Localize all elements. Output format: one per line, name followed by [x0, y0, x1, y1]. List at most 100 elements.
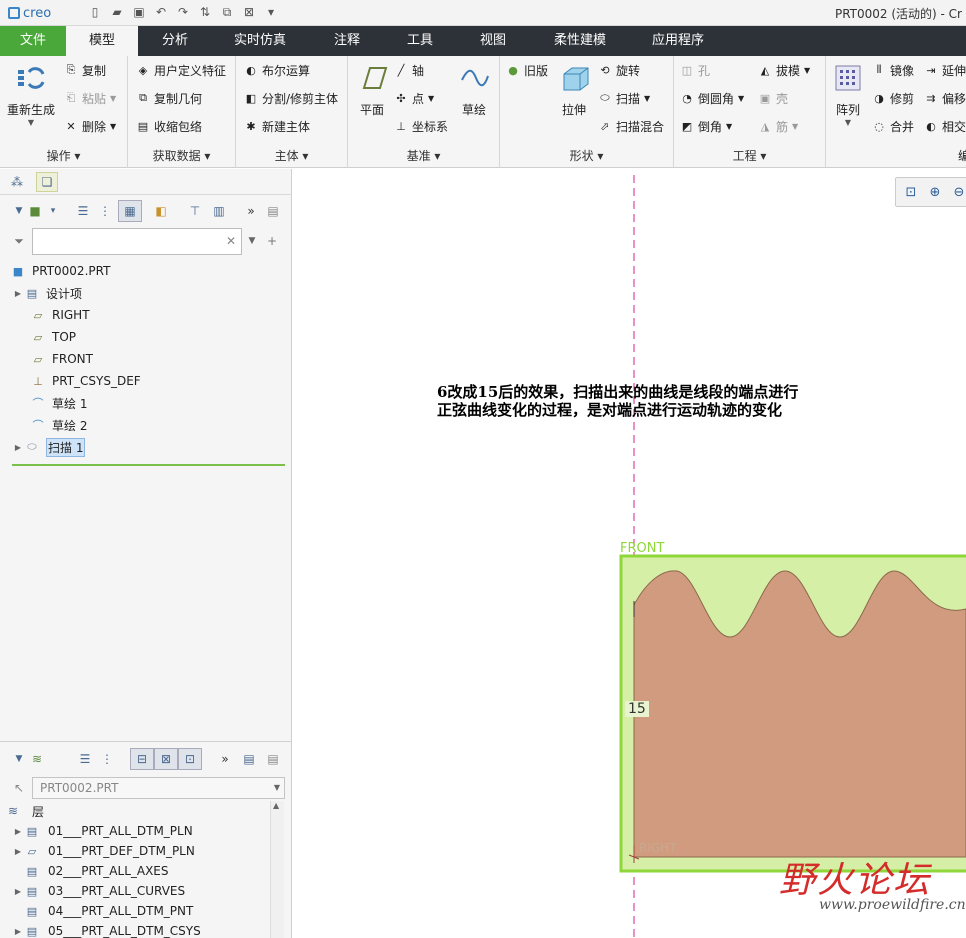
tab-applications[interactable]: 应用程序: [628, 26, 728, 56]
folder-browser-tab-icon[interactable]: ❏: [36, 172, 58, 192]
expand-arrow-icon[interactable]: ▶: [12, 887, 24, 896]
add-filter-icon[interactable]: +: [263, 232, 281, 250]
tree-item-right[interactable]: ▱ RIGHT: [0, 304, 90, 326]
extrude-button[interactable]: 拉伸: [556, 62, 592, 118]
regenerate-dropdown-icon[interactable]: ▼: [6, 118, 56, 127]
pattern-dropdown-icon[interactable]: ▼: [830, 118, 866, 127]
open-folder-icon[interactable]: ▰: [108, 3, 126, 21]
plane-button[interactable]: 平面: [354, 62, 390, 118]
panel-divider[interactable]: [0, 741, 292, 742]
model-display-icon[interactable]: ■: [26, 202, 44, 220]
zoom-out-icon[interactable]: ⊖: [950, 183, 966, 201]
tree-item-root[interactable]: ■ PRT0002.PRT: [0, 260, 111, 282]
customize-toolbar-icon[interactable]: ▾: [262, 3, 280, 21]
merge-button[interactable]: ◌ 合并: [872, 116, 914, 136]
tab-tools[interactable]: 工具: [386, 26, 454, 56]
axis-button[interactable]: ╱ 轴: [394, 60, 424, 80]
zoom-in-icon[interactable]: ⊕: [926, 183, 944, 201]
layer-item[interactable]: ▶ ▱ 01___PRT_DEF_DTM_PLN: [8, 841, 195, 861]
tree-item-front[interactable]: ▱ FRONT: [0, 348, 93, 370]
copy-geometry-button[interactable]: ⧉ 复制几何: [136, 88, 202, 108]
tree-settings-icon[interactable]: ▥: [210, 202, 228, 220]
group-shapes-label[interactable]: 形状 ▾: [500, 147, 673, 164]
group-body-label[interactable]: 主体 ▾: [236, 147, 347, 164]
model-tree-tab-icon[interactable]: ⁂: [8, 173, 26, 191]
tab-view[interactable]: 视图: [454, 26, 532, 56]
layer-item[interactable]: ▤ 04___PRT_ALL_DTM_PNT: [8, 901, 194, 921]
sweep-button[interactable]: ⬭ 扫描 ▼: [598, 88, 650, 108]
tree-item-sweep-1[interactable]: ▶ ⬭ 扫描 1: [0, 436, 86, 458]
rib-button[interactable]: ◮ 筋 ▼: [758, 116, 798, 136]
layer-scrollbar[interactable]: ▲: [270, 801, 284, 938]
expand-arrow-icon[interactable]: ▶: [12, 443, 24, 452]
paste-button[interactable]: ⎗ 粘贴 ▼: [64, 88, 117, 108]
group-editing-label[interactable]: 编: [958, 147, 966, 164]
tree-collapse-icon[interactable]: ⋮: [96, 202, 114, 220]
hole-button[interactable]: ◫ 孔: [680, 60, 710, 80]
copy-button[interactable]: ⎘ 复制: [64, 60, 106, 80]
close-window-icon[interactable]: ⊠: [240, 3, 258, 21]
tree-filter-icon[interactable]: ⊤: [186, 202, 204, 220]
layer-item[interactable]: ▤ 02___PRT_ALL_AXES: [8, 861, 169, 881]
tab-file[interactable]: 文件: [0, 26, 66, 56]
extend-button[interactable]: ⇥ 延伸: [924, 60, 966, 80]
expand-arrow-icon[interactable]: ▶: [12, 827, 24, 836]
split-trim-body-button[interactable]: ◧ 分割/修剪主体: [244, 88, 338, 108]
layer-model-select[interactable]: PRT0002.PRT ▼: [32, 777, 285, 799]
expand-arrow-icon[interactable]: ▶: [12, 927, 24, 936]
save-icon[interactable]: ▣: [130, 3, 148, 21]
tree-item-top[interactable]: ▱ TOP: [0, 326, 76, 348]
tree-item-csys[interactable]: ⊥ PRT_CSYS_DEF: [0, 370, 141, 392]
sweep-solid[interactable]: [633, 570, 966, 858]
group-datum-label[interactable]: 基准 ▾: [348, 147, 499, 164]
offset-button[interactable]: ⇉ 偏移: [924, 88, 966, 108]
dimension-label[interactable]: 15: [625, 701, 649, 717]
scroll-up-icon[interactable]: ▲: [273, 801, 279, 810]
model-tree-search-input[interactable]: [32, 228, 242, 255]
layer-show-icon[interactable]: ⊟: [130, 748, 154, 770]
clear-search-icon[interactable]: ✕: [222, 232, 240, 250]
tree-item-design-items[interactable]: ▶ ▤ 设计项: [0, 282, 82, 304]
round-button[interactable]: ◔ 倒圆角 ▼: [680, 88, 744, 108]
model-display-dropdown-icon[interactable]: ▾: [44, 202, 62, 220]
new-file-icon[interactable]: ▯: [86, 3, 104, 21]
swept-blend-button[interactable]: ⬀ 扫描混合: [598, 116, 664, 136]
tree-options-icon[interactable]: ▤: [264, 202, 282, 220]
sketch-button[interactable]: 草绘: [454, 62, 494, 118]
tree-columns-icon[interactable]: ▦: [118, 200, 142, 222]
layer-item[interactable]: ▶ ▤ 05___PRT_ALL_DTM_CSYS: [8, 921, 201, 938]
tree-item-sketch-1[interactable]: ⌒ 草绘 1: [0, 392, 88, 414]
intersect-button[interactable]: ◐ 相交: [924, 116, 966, 136]
shrinkwrap-button[interactable]: ▤ 收缩包络: [136, 116, 202, 136]
new-body-button[interactable]: ✱ 新建主体: [244, 116, 310, 136]
pattern-button[interactable]: 阵列 ▼: [830, 62, 866, 127]
layer-item[interactable]: ▶ ▤ 01___PRT_ALL_DTM_PLN: [8, 821, 193, 841]
show-icon[interactable]: ◧: [152, 202, 170, 220]
trim-button[interactable]: ◑ 修剪: [872, 88, 914, 108]
layers-icon[interactable]: ≋: [28, 750, 46, 768]
draft-button[interactable]: ◭ 拔模 ▼: [758, 60, 810, 80]
layer-isolate-icon[interactable]: ⊡: [178, 748, 202, 770]
tab-model[interactable]: 模型: [66, 26, 138, 56]
tree-expand-icon[interactable]: ☰: [74, 202, 92, 220]
delete-button[interactable]: ✕ 删除 ▼: [64, 116, 116, 136]
chamfer-button[interactable]: ◩ 倒角 ▼: [680, 116, 732, 136]
boolean-button[interactable]: ◐ 布尔运算: [244, 60, 310, 80]
group-engineering-label[interactable]: 工程 ▾: [674, 147, 825, 164]
more-tools-icon[interactable]: »: [242, 202, 260, 220]
regenerate-icon[interactable]: ⇅: [196, 3, 214, 21]
udf-button[interactable]: ◈ 用户定义特征: [136, 60, 226, 80]
layer-properties-icon[interactable]: ▤: [240, 750, 258, 768]
graphics-window[interactable]: FRONT 15 RIGHT ⊡ ⊕ ⊖ 6改成15后的效果，扫描出来的曲线是线…: [293, 169, 966, 938]
expand-arrow-icon[interactable]: ▶: [12, 847, 24, 856]
insert-indicator[interactable]: [12, 464, 285, 466]
point-button[interactable]: ✣ 点 ▼: [394, 88, 434, 108]
mirror-button[interactable]: ⫴ 镜像: [872, 60, 914, 80]
layer-collapse-icon[interactable]: ⋮: [98, 750, 116, 768]
layer-dropdown-icon[interactable]: ▼: [10, 750, 28, 768]
tab-live-simulation[interactable]: 实时仿真: [212, 26, 308, 56]
revolve-button[interactable]: ⟲ 旋转: [598, 60, 640, 80]
search-dropdown-icon[interactable]: ▼: [243, 232, 261, 250]
layer-hide-icon[interactable]: ⊠: [154, 748, 178, 770]
tree-item-sketch-2[interactable]: ⌒ 草绘 2: [0, 414, 88, 436]
